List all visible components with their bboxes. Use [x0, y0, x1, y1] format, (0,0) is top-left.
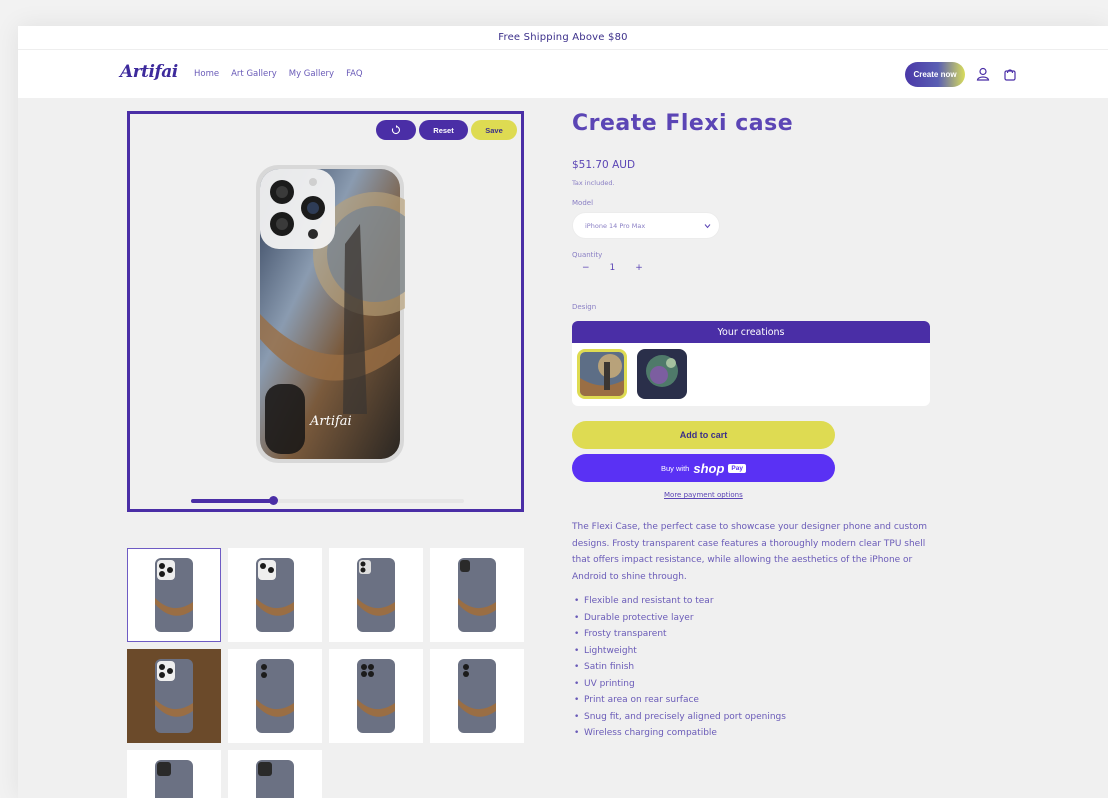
thumbnail-image [155, 558, 193, 632]
creation-item-2[interactable] [637, 349, 687, 399]
creation-image [580, 352, 624, 396]
quantity-label: Quantity [572, 251, 603, 259]
thumbnail-image [458, 558, 496, 632]
feature-list: Flexible and resistant to tear Durable p… [572, 593, 786, 742]
announcement-text: Free Shipping Above $80 [498, 32, 628, 43]
feature-item: Durable protective layer [572, 610, 786, 627]
site-header: Artifai Home Art Gallery My Gallery FAQ … [18, 50, 1108, 98]
thumbnail-1[interactable] [127, 548, 221, 642]
page-frame: Free Shipping Above $80 Artifai Home Art… [18, 26, 1108, 798]
save-button[interactable]: Save [471, 120, 517, 140]
buy-with-label: Buy with [661, 463, 690, 473]
create-now-button[interactable]: Create now [905, 62, 965, 87]
thumbnail-10[interactable] [228, 750, 322, 798]
quantity-minus-button[interactable]: − [582, 263, 590, 273]
case-signature: Artifai [310, 414, 352, 429]
model-select[interactable]: iPhone 14 Pro Max [572, 212, 720, 239]
nav-my-gallery[interactable]: My Gallery [289, 69, 334, 79]
thumbnail-image [256, 558, 294, 632]
feature-item: Print area on rear surface [572, 692, 786, 709]
thumbnail-image [357, 659, 395, 733]
feature-item: UV printing [572, 676, 786, 693]
feature-item: Satin finish [572, 659, 786, 676]
thumbnail-3[interactable] [329, 548, 423, 642]
thumbnail-image [155, 659, 193, 733]
reset-button[interactable]: Reset [419, 120, 468, 140]
buy-with-shoppay-button[interactable]: Buy with shop Pay [572, 454, 835, 482]
thumbnail-9[interactable] [127, 750, 221, 798]
feature-item: Flexible and resistant to tear [572, 593, 786, 610]
thumbnail-image [256, 760, 294, 798]
zoom-slider-fill [191, 499, 273, 503]
quantity-stepper[interactable]: − 1 + [582, 263, 643, 273]
rotate-icon [391, 125, 400, 135]
chevron-down-icon [704, 224, 711, 229]
feature-item: Frosty transparent [572, 626, 786, 643]
creation-item-1[interactable] [577, 349, 627, 399]
quantity-plus-button[interactable]: + [635, 263, 643, 273]
thumbnail-7[interactable] [329, 649, 423, 743]
announcement-bar: Free Shipping Above $80 [18, 26, 1108, 50]
feature-item: Wireless charging compatible [572, 725, 786, 742]
tax-note: Tax included. [572, 179, 615, 187]
nav-home[interactable]: Home [194, 69, 219, 79]
thumbnail-8[interactable] [430, 649, 524, 743]
account-icon[interactable] [976, 67, 990, 81]
thumbnail-image [357, 558, 395, 632]
nav-art-gallery[interactable]: Art Gallery [231, 69, 277, 79]
feature-item: Snug fit, and precisely aligned port ope… [572, 709, 786, 726]
more-payment-options-link[interactable]: More payment options [664, 491, 743, 499]
your-creations-header: Your creations [572, 321, 930, 343]
creation-image [637, 349, 687, 399]
thumbnail-2[interactable] [228, 548, 322, 642]
logo[interactable]: Artifai [120, 62, 178, 82]
rotate-button[interactable] [376, 120, 416, 140]
shop-wordmark: shop [693, 460, 725, 476]
nav-faq[interactable]: FAQ [346, 69, 362, 79]
quantity-value[interactable]: 1 [610, 263, 616, 273]
thumbnail-image [155, 760, 193, 798]
product-price: $51.70 AUD [572, 159, 636, 171]
thumbnail-image [256, 659, 294, 733]
model-label: Model [572, 199, 594, 207]
product-title: Create Flexi case [572, 111, 794, 136]
add-to-cart-button[interactable]: Add to cart [572, 421, 835, 449]
product-info: Create Flexi case $51.70 AUD Tax include… [572, 111, 932, 741]
thumbnail-4[interactable] [430, 548, 524, 642]
cart-icon[interactable] [1003, 67, 1017, 81]
main-nav: Home Art Gallery My Gallery FAQ [194, 69, 363, 79]
feature-item: Lightweight [572, 643, 786, 660]
thumbnail-image [458, 659, 496, 733]
case-editor[interactable]: Reset Save Artifai [127, 111, 524, 512]
product-description: The Flexi Case, the perfect case to show… [572, 522, 927, 582]
your-creations-panel: Your creations [572, 321, 930, 406]
zoom-slider[interactable] [191, 496, 464, 505]
design-label: Design [572, 303, 597, 311]
model-select-value: iPhone 14 Pro Max [585, 221, 646, 230]
pay-badge: Pay [728, 463, 746, 473]
zoom-slider-thumb[interactable] [268, 496, 278, 505]
thumbnail-5[interactable] [127, 649, 221, 743]
thumbnail-6[interactable] [228, 649, 322, 743]
